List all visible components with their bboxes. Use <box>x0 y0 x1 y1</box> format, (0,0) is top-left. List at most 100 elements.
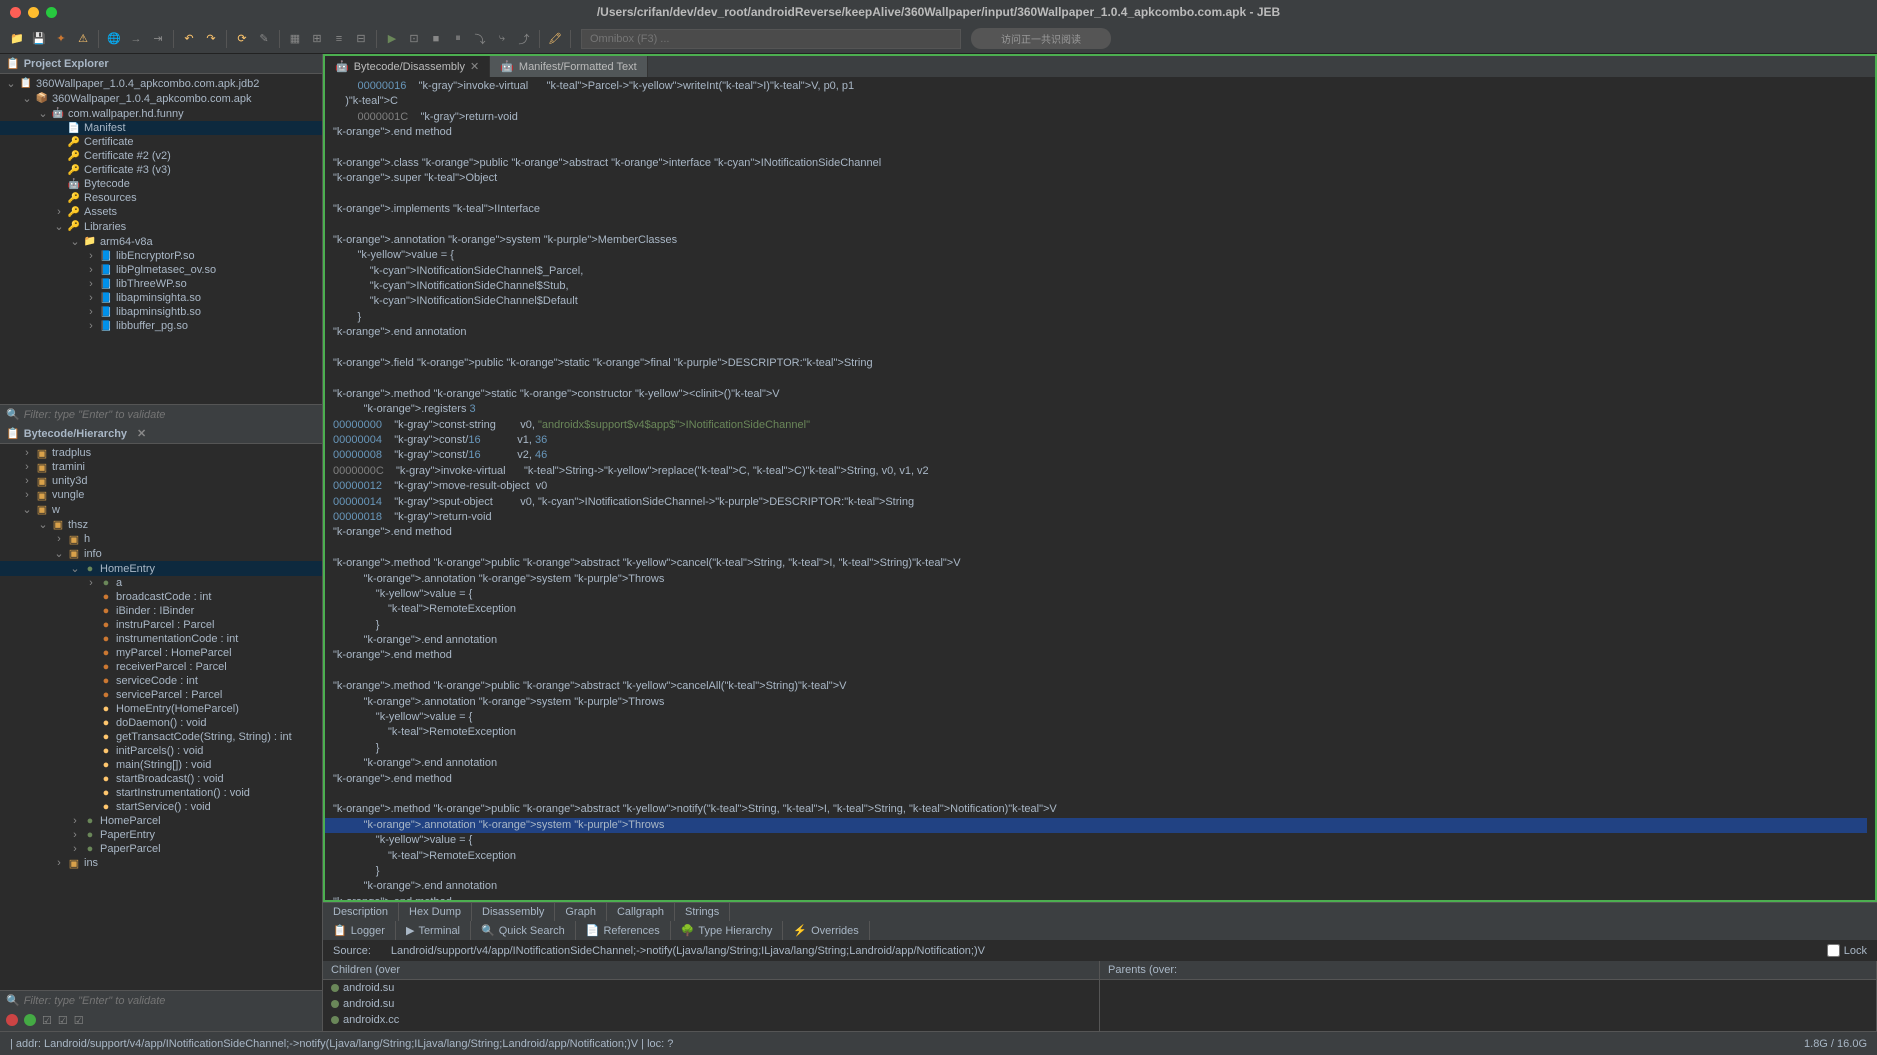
code-line[interactable] <box>333 541 1867 556</box>
undo-icon[interactable]: ↶ <box>180 30 198 48</box>
hierarchy-filter-input[interactable] <box>24 995 316 1007</box>
code-line[interactable]: "k-orange">.implements "k-teal">IInterfa… <box>333 202 1867 217</box>
code-line[interactable]: "k-yellow">value = { <box>333 587 1867 602</box>
code-line[interactable]: "k-orange">.registers 3 <box>333 402 1867 417</box>
project-tree[interactable]: ⌄📋360Wallpaper_1.0.4_apkcombo.com.apk.jd… <box>0 74 322 404</box>
hierarchy-tree-item[interactable]: ›▣tradplus <box>0 446 322 460</box>
save-icon[interactable]: 💾 <box>30 30 48 48</box>
child-item[interactable]: android.su <box>323 996 1099 1012</box>
pause-icon[interactable]: ⏸ <box>449 30 467 48</box>
code-line[interactable]: } <box>333 864 1867 879</box>
project-tree-item[interactable]: 🔑Certificate #2 (v2) <box>0 149 322 163</box>
step-over-icon[interactable]: ⤵ <box>471 30 489 48</box>
hierarchy-tree-item[interactable]: ●myParcel : HomeParcel <box>0 646 322 660</box>
code-line[interactable]: } <box>333 741 1867 756</box>
grid-icon[interactable]: ▦ <box>286 30 304 48</box>
hierarchy-tree-item[interactable]: ●serviceParcel : Parcel <box>0 688 322 702</box>
hierarchy-tree-item[interactable]: ●getTransactCode(String, String) : int <box>0 730 322 744</box>
bottom-tab[interactable]: Hex Dump <box>399 903 472 921</box>
code-line[interactable]: } <box>333 618 1867 633</box>
code-line[interactable]: "k-yellow">value = { <box>333 833 1867 848</box>
refresh-icon[interactable]: ⟳ <box>233 30 251 48</box>
layout-icon[interactable]: ⊟ <box>352 30 370 48</box>
tool-tab[interactable]: 📄References <box>576 921 671 940</box>
code-line[interactable]: "k-orange">.end method <box>333 648 1867 663</box>
project-tree-item[interactable]: 🔑Resources <box>0 191 322 205</box>
code-line[interactable]: 00000016 "k-gray">invoke-virtual "k-teal… <box>333 79 1867 94</box>
hierarchy-tree-item[interactable]: ●instrumentationCode : int <box>0 632 322 646</box>
project-tree-item[interactable]: ›📘libbuffer_pg.so <box>0 319 322 333</box>
code-line[interactable]: "k-orange">.annotation "k-orange">system… <box>333 233 1867 248</box>
editor-tab[interactable]: 🤖Bytecode/Disassembly✕ <box>325 56 490 77</box>
project-tree-item[interactable]: ›📘libEncryptorP.so <box>0 249 322 263</box>
step-into-icon[interactable]: ⤷ <box>493 30 511 48</box>
project-filter-input[interactable] <box>24 409 316 421</box>
hierarchy-tree-item[interactable]: ●startBroadcast() : void <box>0 772 322 786</box>
bottom-tab[interactable]: Description <box>323 903 399 921</box>
forward-icon[interactable]: → <box>127 30 145 48</box>
code-line[interactable]: "k-cyan">INotificationSideChannel$Defaul… <box>333 294 1867 309</box>
hierarchy-tree-item[interactable]: ›●PaperParcel <box>0 842 322 856</box>
bottom-tab[interactable]: Disassembly <box>472 903 555 921</box>
project-tree-item[interactable]: 📄Manifest <box>0 121 322 135</box>
hierarchy-tree-item[interactable]: ›▣ins <box>0 856 322 870</box>
code-line[interactable]: "k-orange">.field "k-orange">public "k-o… <box>333 356 1867 371</box>
bottom-tab[interactable]: Graph <box>555 903 607 921</box>
project-tree-item[interactable]: ⌄📋360Wallpaper_1.0.4_apkcombo.com.apk.jd… <box>0 76 322 91</box>
hierarchy-tree-item[interactable]: ›●a <box>0 576 322 590</box>
code-line[interactable]: "k-teal">RemoteException <box>333 602 1867 617</box>
code-line[interactable] <box>333 371 1867 386</box>
hierarchy-tree-item[interactable]: ›●HomeParcel <box>0 814 322 828</box>
code-line[interactable]: 00000014 "k-gray">sput-object v0, "k-cya… <box>333 495 1867 510</box>
tab-close-icon[interactable]: ✕ <box>470 60 479 73</box>
hierarchy-tree-item[interactable]: ›▣vungle <box>0 488 322 502</box>
tool-tab[interactable]: 📋Logger <box>323 921 396 940</box>
project-tree-item[interactable]: 🔑Certificate #3 (v3) <box>0 163 322 177</box>
action-check1[interactable]: ☑ <box>42 1014 52 1027</box>
hierarchy-tree-item[interactable]: ›●PaperEntry <box>0 828 322 842</box>
code-line[interactable]: "k-orange">.end annotation <box>333 633 1867 648</box>
code-line[interactable]: "k-orange">.end method <box>333 125 1867 140</box>
child-item[interactable]: androidx.cc <box>323 1012 1099 1028</box>
project-tree-item[interactable]: ›📘libapminsightb.so <box>0 305 322 319</box>
code-line[interactable]: "k-cyan">INotificationSideChannel$Stub, <box>333 279 1867 294</box>
code-line[interactable] <box>333 341 1867 356</box>
bottom-tab[interactable]: Strings <box>675 903 730 921</box>
code-line[interactable]: "k-orange">.method "k-orange">public "k-… <box>333 802 1867 817</box>
play-icon[interactable]: ▶ <box>383 30 401 48</box>
code-line[interactable]: "k-cyan">INotificationSideChannel$_Parce… <box>333 264 1867 279</box>
action-red[interactable] <box>6 1014 18 1026</box>
warning-icon[interactable]: ⚠ <box>74 30 92 48</box>
code-line[interactable]: "k-orange">.annotation "k-orange">system… <box>325 818 1867 833</box>
code-line[interactable]: 0000000C "k-gray">invoke-virtual "k-teal… <box>333 464 1867 479</box>
hierarchy-tree-item[interactable]: ⌄▣w <box>0 502 322 517</box>
step-out-icon[interactable]: ⤴ <box>515 30 533 48</box>
code-line[interactable]: "k-orange">.annotation "k-orange">system… <box>333 572 1867 587</box>
code-line[interactable]: "k-orange">.method "k-orange">public "k-… <box>333 556 1867 571</box>
project-tree-item[interactable]: ⌄📦360Wallpaper_1.0.4_apkcombo.com.apk <box>0 91 322 106</box>
hierarchy-tree-item[interactable]: ●initParcels() : void <box>0 744 322 758</box>
hierarchy-tree-item[interactable]: ●iBinder : IBinder <box>0 604 322 618</box>
hierarchy-tree-item[interactable]: ›▣unity3d <box>0 474 322 488</box>
code-line[interactable]: "k-orange">.super "k-teal">Object <box>333 171 1867 186</box>
hierarchy-tree-item[interactable]: ●HomeEntry(HomeParcel) <box>0 702 322 716</box>
project-tree-item[interactable]: ›📘libThreeWP.so <box>0 277 322 291</box>
code-line[interactable]: 0000001C "k-gray">return-void <box>333 110 1867 125</box>
hierarchy-tree-item[interactable]: ●startService() : void <box>0 800 322 814</box>
project-tree-item[interactable]: 🔑Certificate <box>0 135 322 149</box>
hierarchy-tree-item[interactable]: ›▣tramini <box>0 460 322 474</box>
stop-icon[interactable]: ■ <box>427 30 445 48</box>
code-line[interactable]: "k-orange">.method "k-orange">static "k-… <box>333 387 1867 402</box>
hierarchy-tree-item[interactable]: ●instruParcel : Parcel <box>0 618 322 632</box>
bottom-tab[interactable]: Callgraph <box>607 903 675 921</box>
close-icon[interactable]: ✕ <box>137 427 146 440</box>
code-line[interactable]: "k-teal">RemoteException <box>333 849 1867 864</box>
tool-tab[interactable]: ▶Terminal <box>396 921 471 940</box>
action-check3[interactable]: ☑ <box>74 1014 84 1027</box>
hierarchy-tree-item[interactable]: ●startInstrumentation() : void <box>0 786 322 800</box>
hierarchy-tree-item[interactable]: ●receiverParcel : Parcel <box>0 660 322 674</box>
code-line[interactable] <box>333 787 1867 802</box>
code-line[interactable]: "k-yellow">value = { <box>333 248 1867 263</box>
tool-tab[interactable]: ⚡Overrides <box>783 921 869 940</box>
project-tree-item[interactable]: ›📘libapminsighta.so <box>0 291 322 305</box>
